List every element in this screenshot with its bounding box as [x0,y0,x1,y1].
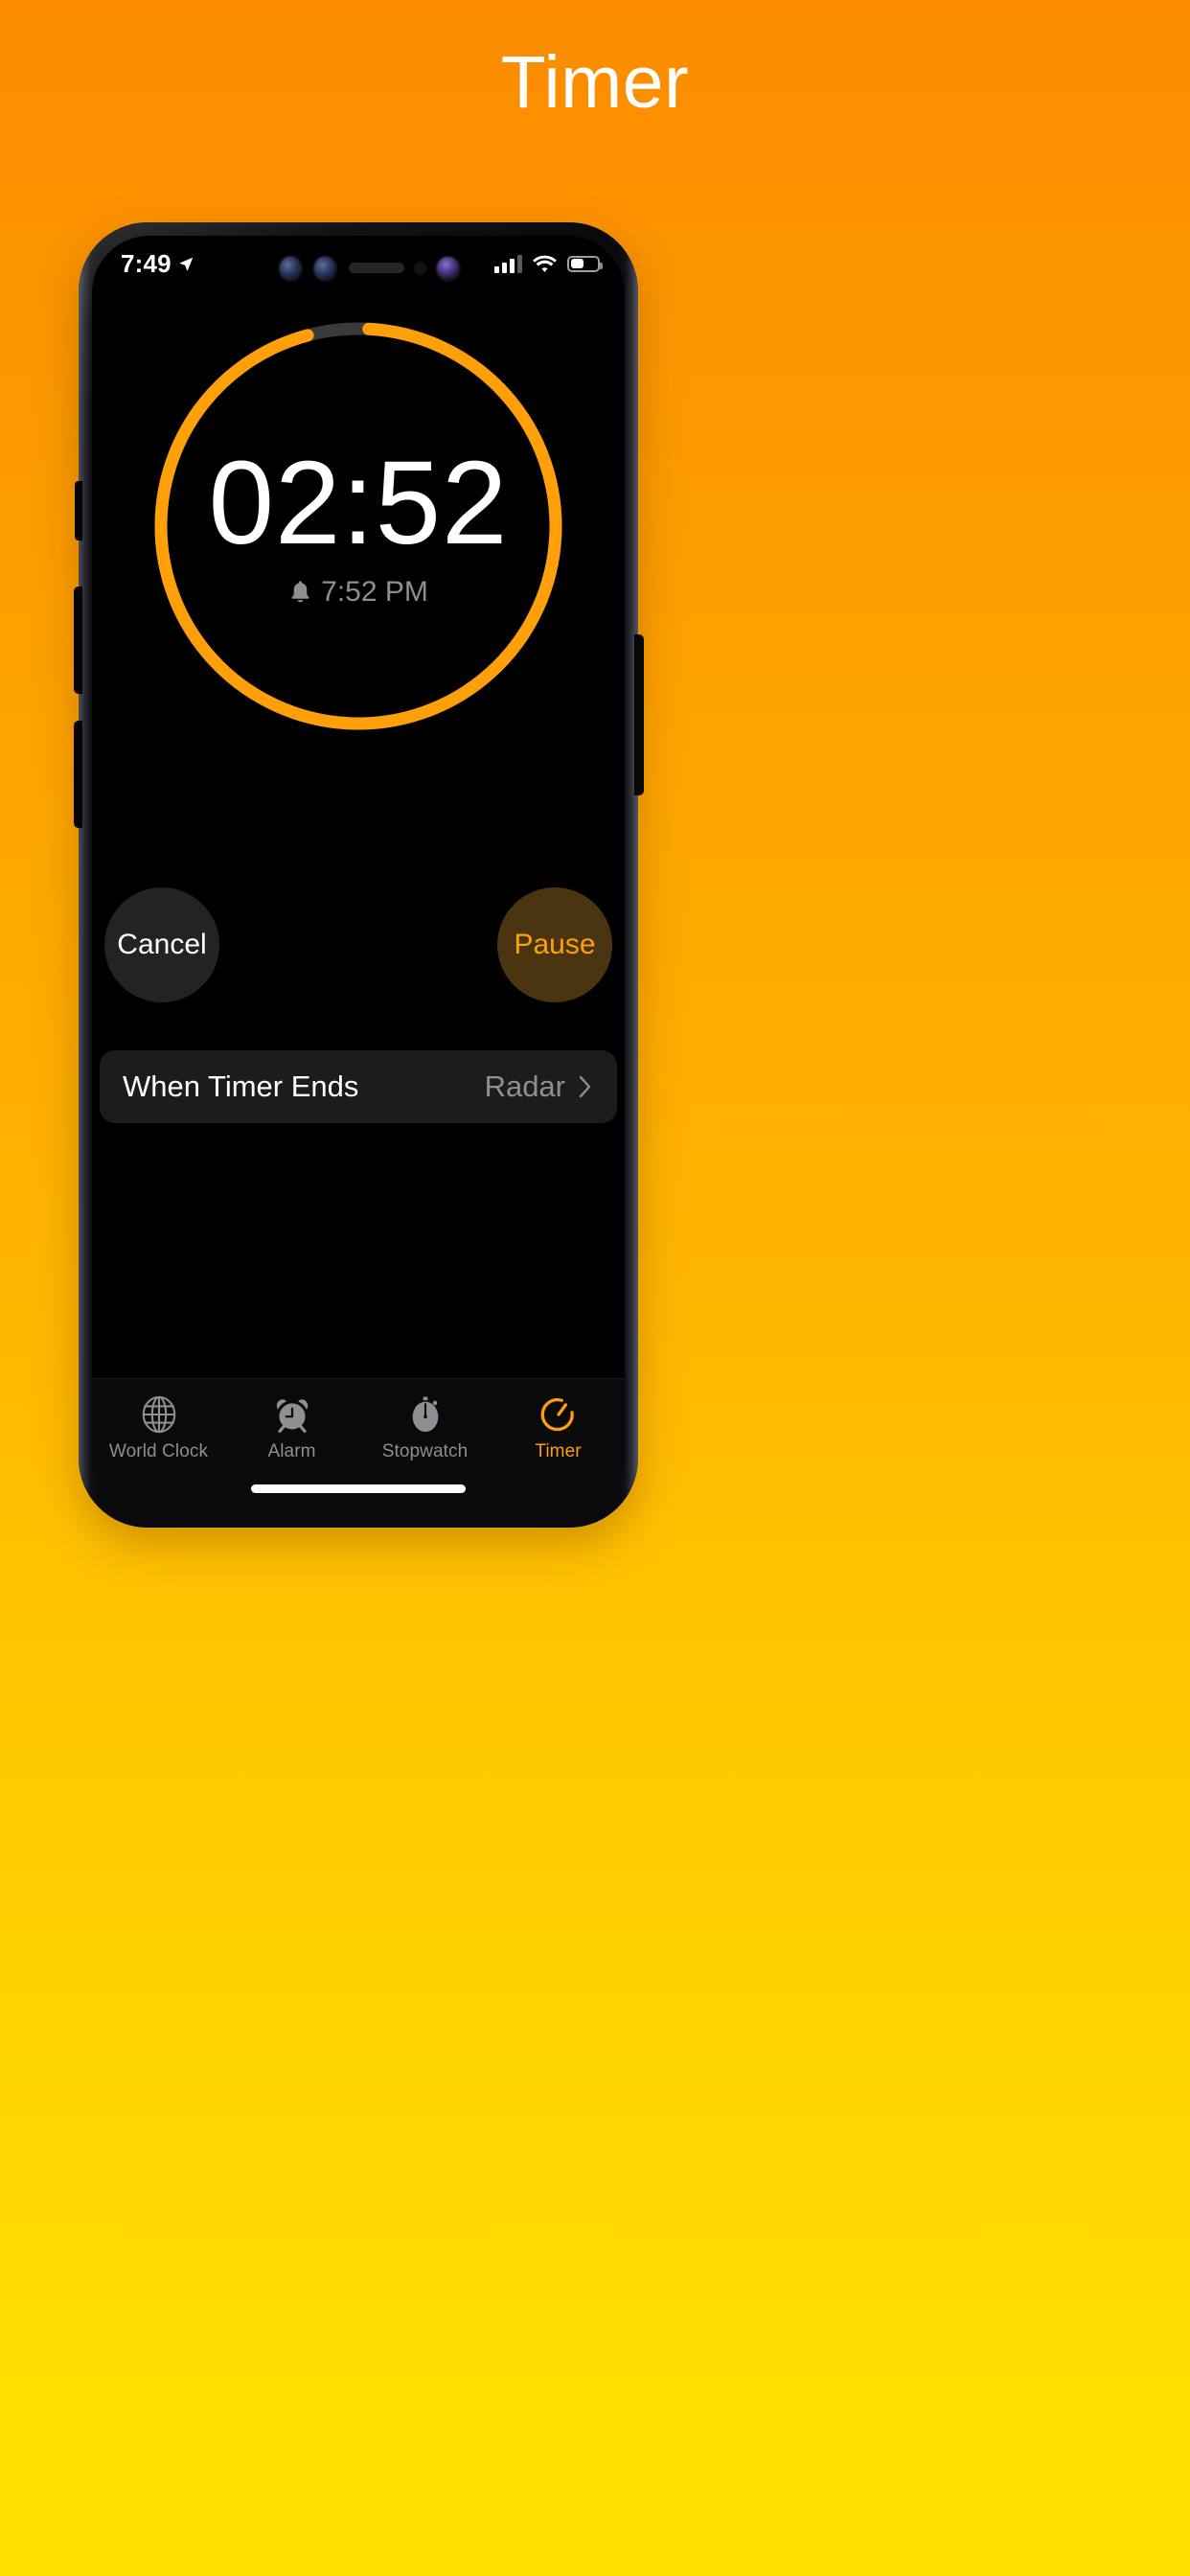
alarm-clock-icon [276,1399,308,1433]
stopwatch-icon [412,1396,438,1433]
when-timer-ends-value: Radar [484,1070,565,1103]
home-indicator[interactable] [251,1484,466,1493]
chevron-right-icon [579,1075,591,1098]
timer-panel: 02:52 7:52 PM Cancel Pause When Timer En… [92,291,625,1123]
battery-icon [567,255,603,272]
pause-button[interactable]: Pause [492,883,617,1007]
timer-readout: 02:52 7:52 PM [149,317,567,735]
volume-down-button[interactable] [74,721,82,828]
status-bar-clock: 7:49 [121,248,172,278]
tab-alarm[interactable]: Alarm [236,1394,349,1462]
globe-icon [142,1395,175,1434]
power-button[interactable] [634,634,644,795]
status-bar-right [494,254,603,273]
page-title: Timer [500,41,690,124]
when-timer-ends-label: When Timer Ends [123,1070,359,1103]
bell-icon [291,580,309,602]
timer-icon [540,1398,574,1432]
cancel-button[interactable]: Cancel [100,883,224,1007]
battery-fill [570,259,584,268]
tab-world-clock[interactable]: World Clock [103,1394,216,1462]
timer-remaining-time: 02:52 [208,437,509,569]
tab-world-clock-label: World Clock [108,1441,209,1461]
camera-sensor-icon [280,257,301,280]
tab-stopwatch-label: Stopwatch [381,1441,469,1461]
phone-device: 7:49 02:52 7:52 PM Cancel Pause When Tim… [74,222,644,1528]
cellular-signal-icon [494,254,522,273]
when-timer-ends-row[interactable]: When Timer Ends Radar [100,1050,617,1123]
tab-stopwatch[interactable]: Stopwatch [369,1394,482,1462]
timer-end-time: 7:52 PM [321,575,428,608]
timer-progress-ring: 02:52 7:52 PM [149,317,567,735]
earpiece-speaker [349,263,404,273]
front-camera-icon [437,257,459,280]
phone-screen: 7:49 02:52 7:52 PM Cancel Pause When Tim… [92,236,625,1514]
status-bar-left: 7:49 [121,249,195,279]
volume-up-button[interactable] [74,586,82,694]
notch [238,236,479,291]
wifi-icon [533,255,557,272]
tab-timer[interactable]: Timer [502,1394,615,1462]
tab-timer-label: Timer [535,1441,582,1461]
tab-alarm-label: Alarm [267,1441,316,1461]
when-timer-ends-value-group: Radar [485,1070,592,1104]
ambient-light-sensor [414,262,426,275]
timer-actions: Cancel Pause [92,883,625,1007]
location-arrow-icon [179,257,194,270]
silence-switch-button[interactable] [75,481,82,540]
tab-bar: World Clock Alarm Stopwatch Timer [92,1378,625,1514]
camera-sensor-icon [314,257,335,280]
timer-end-time-row: 7:52 PM [288,576,428,609]
